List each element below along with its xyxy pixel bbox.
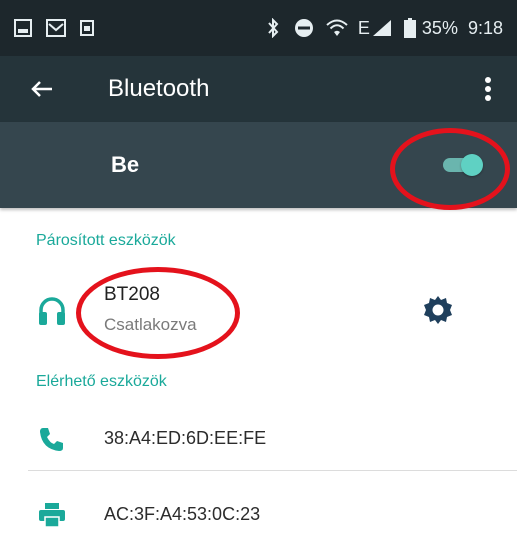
bluetooth-switch-bar[interactable]: Be bbox=[0, 122, 517, 208]
signal-icon bbox=[372, 20, 391, 36]
battery-percent: 35% bbox=[421, 17, 458, 38]
gear-icon bbox=[424, 296, 452, 324]
overflow-menu-button[interactable] bbox=[473, 56, 503, 122]
network-type-label: E bbox=[357, 17, 370, 38]
bluetooth-icon bbox=[268, 18, 279, 38]
app-bar: Bluetooth bbox=[0, 56, 517, 122]
toggle-thumb[interactable] bbox=[461, 154, 483, 176]
status-bar: E 35% 9:18 bbox=[0, 0, 517, 56]
sim-icon bbox=[80, 20, 94, 36]
paired-device-row[interactable]: BT208 Csatlakozva bbox=[0, 280, 517, 360]
more-vert-icon bbox=[485, 77, 491, 101]
list-divider bbox=[28, 470, 517, 471]
battery-icon bbox=[403, 18, 416, 38]
clock: 9:18 bbox=[467, 17, 503, 38]
device-settings-button[interactable] bbox=[422, 294, 454, 326]
wifi-icon bbox=[326, 19, 348, 36]
back-button[interactable] bbox=[12, 56, 72, 122]
switch-label: Be bbox=[111, 152, 140, 177]
status-bar-right: E 35% 9:18 bbox=[252, 18, 503, 39]
mail-icon bbox=[46, 19, 66, 37]
do-not-disturb-icon bbox=[294, 19, 313, 37]
device-status: Csatlakozva bbox=[104, 315, 197, 334]
available-devices-header: Elérhető eszközök bbox=[36, 373, 167, 390]
paired-devices-header: Párosított eszközök bbox=[36, 232, 176, 249]
bluetooth-toggle[interactable] bbox=[437, 150, 485, 180]
device-name: BT208 bbox=[104, 284, 160, 305]
arrow-left-icon bbox=[31, 81, 52, 97]
device-address: AC:3F:A4:53:0C:23 bbox=[104, 504, 261, 524]
gallery-icon bbox=[14, 19, 32, 37]
status-bar-left bbox=[14, 19, 108, 37]
page-title: Bluetooth bbox=[108, 75, 210, 102]
phone-icon bbox=[40, 428, 63, 451]
available-device-row[interactable]: 38:A4:ED:6D:EE:FE bbox=[0, 406, 517, 470]
device-address: 38:A4:ED:6D:EE:FE bbox=[104, 428, 267, 448]
headset-icon bbox=[39, 297, 65, 325]
available-device-row[interactable]: AC:3F:A4:53:0C:23 bbox=[0, 482, 517, 546]
printer-icon bbox=[39, 503, 65, 528]
